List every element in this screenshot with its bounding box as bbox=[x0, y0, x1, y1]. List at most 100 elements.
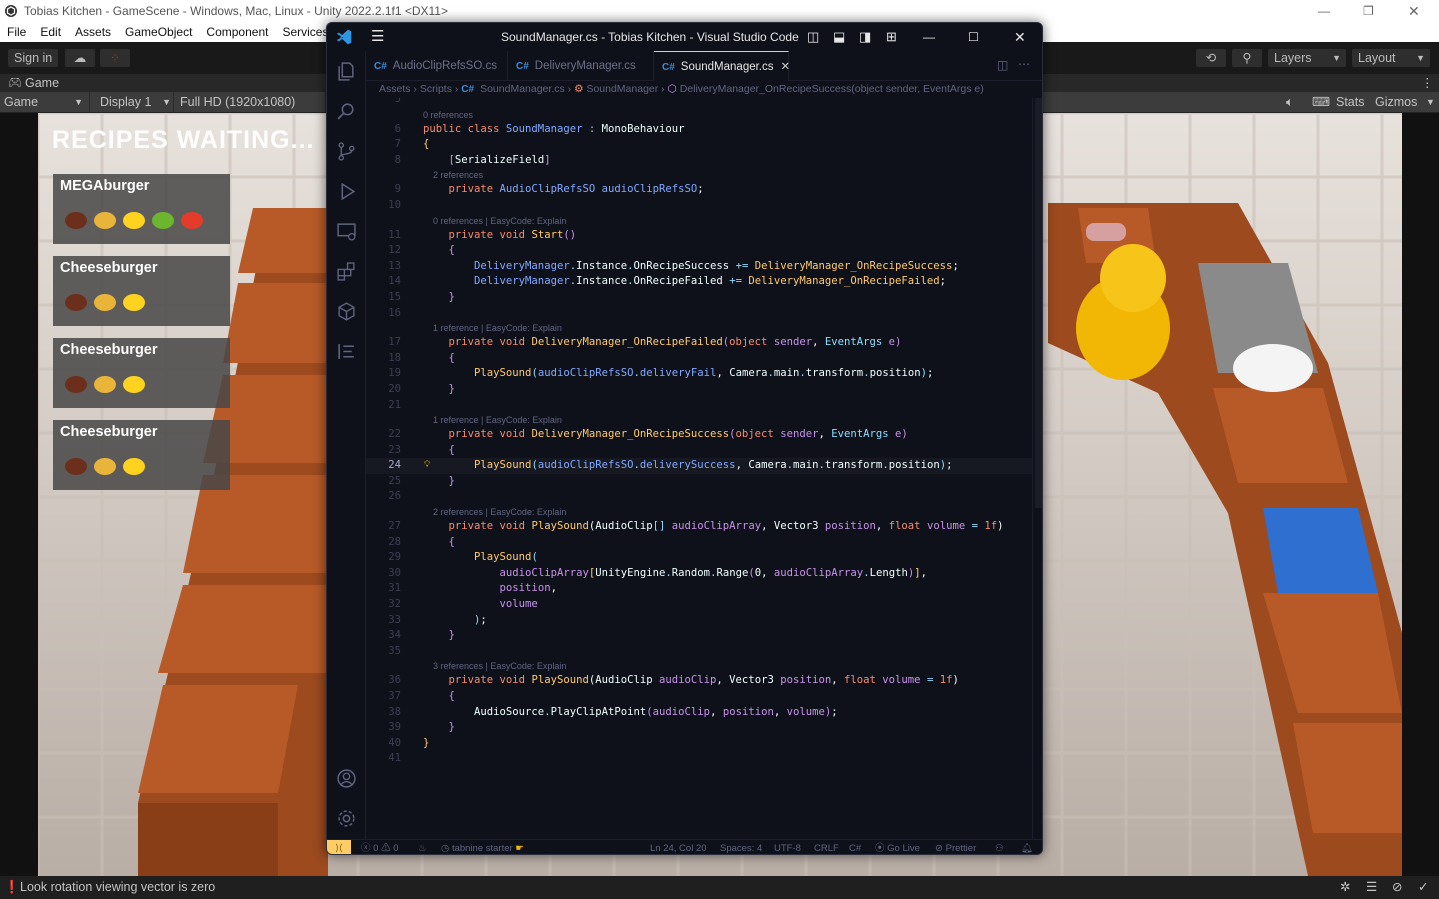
status-message[interactable]: Look rotation viewing vector is zero bbox=[20, 880, 215, 894]
minimize-button[interactable]: — bbox=[1318, 0, 1330, 22]
code-line[interactable]: 33 ); bbox=[366, 613, 1032, 629]
menu-gameobject[interactable]: GameObject bbox=[125, 22, 192, 42]
code-line[interactable]: 13 DeliveryManager.Instance.OnRecipeSucc… bbox=[366, 259, 1032, 275]
tab-soundmanager[interactable]: C# SoundManager.cs ✕ bbox=[654, 51, 791, 81]
code-line[interactable]: 14 DeliveryManager.Instance.OnRecipeFail… bbox=[366, 274, 1032, 290]
outline-icon[interactable] bbox=[336, 341, 357, 362]
gizmos-button[interactable]: Gizmos bbox=[1375, 92, 1417, 113]
code-line[interactable]: 18 { bbox=[366, 351, 1032, 367]
code-editor[interactable]: 5 0 references 6 public class SoundManager … bbox=[366, 98, 1032, 839]
scrollbar-thumb[interactable] bbox=[1035, 98, 1042, 508]
code-line[interactable]: 25 } bbox=[366, 474, 1032, 490]
toggle-panel-icon[interactable]: ⬓ bbox=[833, 23, 845, 51]
codelens[interactable]: 0 references | EasyCode: Explain bbox=[366, 214, 1032, 228]
code-line[interactable]: 27 private void PlaySound(AudioClip[] au… bbox=[366, 519, 1032, 535]
code-line[interactable]: 24 💡︎ PlaySound(audioClipRefsSO.deliveryS… bbox=[366, 458, 1032, 474]
menu-edit[interactable]: Edit bbox=[40, 22, 61, 42]
code-line[interactable]: 34 } bbox=[366, 628, 1032, 644]
cloud-button[interactable]: ☁ bbox=[65, 49, 95, 67]
editor-scrollbar[interactable] bbox=[1032, 98, 1042, 839]
language-mode[interactable]: C# bbox=[849, 840, 861, 854]
go-live-button[interactable]: ⦿ Go Live bbox=[875, 840, 920, 854]
cursor-position[interactable]: Ln 24, Col 20 bbox=[650, 840, 707, 854]
more-options-icon[interactable]: ⋮ bbox=[1421, 74, 1434, 92]
accounts-feedback-icon[interactable]: ⚇ bbox=[995, 840, 1004, 854]
code-line[interactable]: 31 position, bbox=[366, 581, 1032, 597]
codelens[interactable]: 3 references | EasyCode: Explain bbox=[366, 659, 1032, 673]
search-button[interactable]: ⚲ bbox=[1232, 49, 1262, 67]
code-line[interactable]: 35 bbox=[366, 644, 1032, 660]
tab-deliverymanager[interactable]: C# DeliveryManager.cs bbox=[508, 51, 654, 81]
sign-in-button[interactable]: Sign in bbox=[8, 49, 59, 67]
display-dropdown[interactable]: Display 1 ▼ bbox=[96, 92, 174, 113]
collab-button[interactable]: ⁘ bbox=[100, 49, 130, 67]
history-button[interactable]: ⟲ bbox=[1196, 49, 1226, 67]
indentation[interactable]: Spaces: 4 bbox=[720, 840, 762, 854]
split-editor-icon[interactable]: ◫ bbox=[997, 58, 1008, 72]
code-line[interactable]: 36 private void PlaySound(AudioClip audi… bbox=[366, 673, 1032, 689]
code-line[interactable]: 9 private AudioClipRefsSO audioClipRefsS… bbox=[366, 182, 1032, 198]
breadcrumb-method[interactable]: DeliveryManager_OnRecipeSuccess(object s… bbox=[680, 83, 984, 95]
codelens[interactable]: 1 reference | EasyCode: Explain bbox=[366, 321, 1032, 335]
code-line[interactable]: 11 private void Start() bbox=[366, 228, 1032, 244]
remote-explorer-icon[interactable] bbox=[336, 221, 357, 242]
search-icon[interactable] bbox=[336, 101, 357, 122]
customize-layout-icon[interactable]: ⊞ bbox=[886, 23, 897, 51]
breadcrumb-scripts[interactable]: Scripts bbox=[420, 83, 452, 95]
debug-icon[interactable]: ✲ bbox=[1340, 876, 1350, 899]
flame-icon[interactable]: ♨ bbox=[418, 840, 427, 854]
vscode-minimize-button[interactable]: — bbox=[923, 23, 935, 51]
explorer-icon[interactable] bbox=[336, 61, 357, 82]
vscode-maximize-button[interactable]: ☐ bbox=[968, 23, 979, 51]
code-line[interactable]: 20 } bbox=[366, 382, 1032, 398]
unity-status-bar[interactable]: ❗ Look rotation viewing vector is zero ✲… bbox=[0, 876, 1439, 899]
code-line[interactable]: 30 audioClipArray[UnityEngine.Random.Ran… bbox=[366, 566, 1032, 582]
more-actions-icon[interactable]: ⋯ bbox=[1018, 57, 1030, 71]
menu-assets[interactable]: Assets bbox=[75, 22, 111, 42]
codelens[interactable]: 2 references | EasyCode: Explain bbox=[366, 505, 1032, 519]
settings-gear-icon[interactable] bbox=[336, 808, 357, 829]
close-tab-icon[interactable]: ✕ bbox=[781, 61, 791, 73]
breadcrumb-file[interactable]: SoundManager.cs bbox=[480, 83, 565, 95]
menu-hamburger-icon[interactable]: ☰ bbox=[371, 23, 384, 51]
code-line[interactable]: 22 private void DeliveryManager_OnRecipe… bbox=[366, 427, 1032, 443]
code-line[interactable]: 26 bbox=[366, 489, 1032, 505]
breadcrumb-assets[interactable]: Assets bbox=[379, 83, 411, 95]
accounts-icon[interactable] bbox=[336, 768, 357, 789]
code-line[interactable]: 5 bbox=[366, 98, 1032, 108]
toggle-sidebar-icon[interactable]: ◫ bbox=[807, 23, 819, 51]
codelens[interactable]: 2 references bbox=[366, 168, 1032, 182]
code-line[interactable]: 19 PlaySound(audioClipRefsSO.deliveryFai… bbox=[366, 366, 1032, 382]
code-line[interactable]: 12 { bbox=[366, 243, 1032, 259]
lightbulb-icon[interactable]: 💡︎ bbox=[424, 458, 430, 474]
tabnine-button[interactable]: ◷ tabnine starter ☛ bbox=[441, 840, 524, 854]
remote-indicator-button[interactable]: ⟩⟨ bbox=[327, 840, 351, 854]
code-line[interactable]: 6 public class SoundManager : MonoBehavio… bbox=[366, 122, 1032, 138]
tab-audioclipreffso[interactable]: C# AudioClipRefsSO.cs bbox=[366, 51, 508, 81]
restore-button[interactable]: ❐ bbox=[1363, 0, 1374, 22]
cache-icon[interactable]: ☰ bbox=[1366, 876, 1377, 899]
menu-component[interactable]: Component bbox=[206, 22, 268, 42]
source-control-icon[interactable] bbox=[336, 141, 357, 162]
gizmos-dropdown-icon[interactable]: ▼ bbox=[1426, 92, 1435, 113]
problems-button[interactable]: ⓧ 0 ⚠ 0 bbox=[361, 840, 399, 854]
resolution-dropdown[interactable]: Full HD (1920x1080) bbox=[176, 92, 326, 113]
codelens[interactable]: 1 reference | EasyCode: Explain bbox=[366, 413, 1032, 427]
toggle-secondary-sidebar-icon[interactable]: ◨ bbox=[859, 23, 871, 51]
breadcrumb-class[interactable]: SoundManager bbox=[586, 83, 658, 95]
code-line[interactable]: 15 } bbox=[366, 290, 1032, 306]
no-network-icon[interactable]: ⊘ bbox=[1392, 876, 1402, 899]
code-line[interactable]: 38 AudioSource.PlayClipAtPoint(audioClip… bbox=[366, 705, 1032, 721]
code-line[interactable]: 40} bbox=[366, 736, 1032, 752]
code-line[interactable]: 23 { bbox=[366, 443, 1032, 459]
menu-file[interactable]: File bbox=[7, 22, 26, 42]
mute-audio-icon[interactable]: 🔈︎ bbox=[1286, 92, 1294, 113]
view-dropdown[interactable]: Game ▼ bbox=[0, 92, 90, 113]
prettier-button[interactable]: ⊘ Prettier bbox=[935, 840, 976, 854]
code-line[interactable]: 32 volume bbox=[366, 597, 1032, 613]
check-icon[interactable]: ✓ bbox=[1418, 876, 1428, 899]
code-line[interactable]: 41 bbox=[366, 751, 1032, 767]
notifications-bell-icon[interactable]: 🔔︎ bbox=[1021, 840, 1033, 854]
unity-icon[interactable] bbox=[336, 301, 357, 322]
code-line[interactable]: 29 PlaySound( bbox=[366, 550, 1032, 566]
